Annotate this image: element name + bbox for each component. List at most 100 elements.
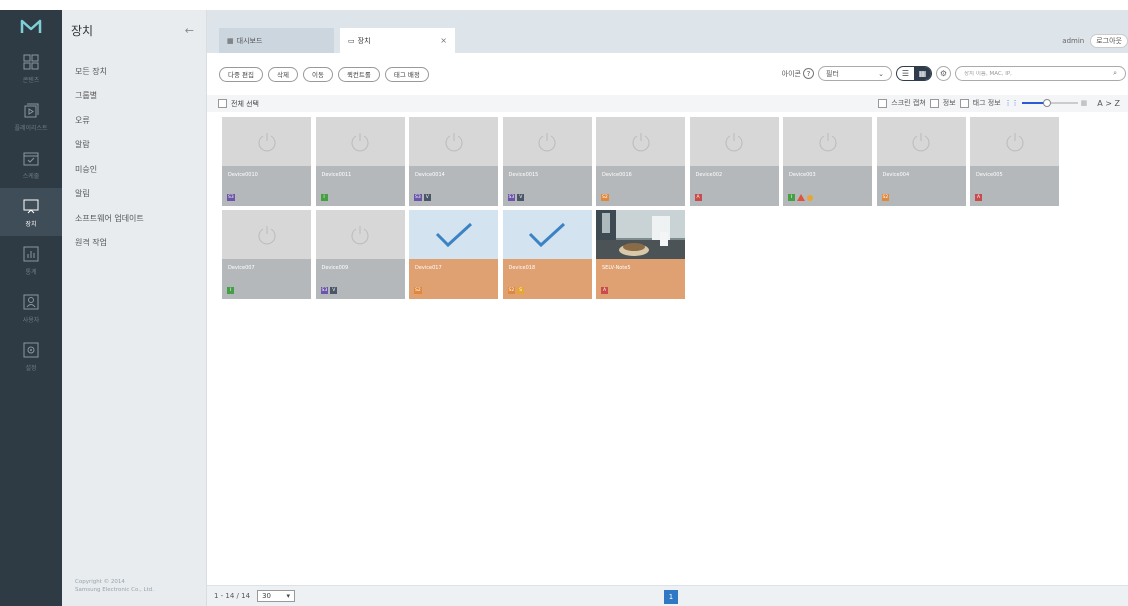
device-card[interactable]: Device0016 S2	[596, 117, 685, 206]
device-card[interactable]: Device0015 S3 V	[502, 117, 592, 206]
nav-item-label: 통계	[25, 268, 37, 276]
device-card[interactable]: Device0011 I	[315, 117, 405, 206]
subnav-item[interactable]: 미승인	[62, 157, 206, 182]
device-thumbnail[interactable]	[222, 117, 311, 166]
subnav-item[interactable]: 오류	[62, 108, 206, 133]
nav-item-schedule[interactable]: 스케줄	[0, 140, 62, 188]
gear-icon[interactable]: ⚙	[936, 66, 951, 81]
device-card[interactable]: SELV-Note5 A	[596, 210, 685, 299]
device-tag: I	[320, 194, 328, 201]
monitor-icon	[23, 199, 39, 213]
screen-capture-checkbox[interactable]	[878, 98, 888, 108]
subnav-item[interactable]: 원격 작업	[62, 231, 206, 256]
nav-item-label: 스케줄	[22, 172, 40, 180]
device-thumbnail[interactable]	[596, 210, 685, 259]
thumbnail-size: ⋮⋮ ▦	[1005, 99, 1087, 107]
device-card[interactable]: Device004 S2	[876, 117, 966, 206]
device-card[interactable]: Device007 I	[222, 210, 311, 299]
subnav-item[interactable]: 소프트웨어 업데이트	[62, 206, 206, 231]
device-card[interactable]: Device003 I	[783, 117, 872, 206]
device-tag: S	[517, 287, 525, 294]
power-icon	[258, 225, 275, 244]
subnav-item[interactable]: 알림	[62, 182, 206, 207]
device-tag: A	[601, 287, 608, 294]
nav-item-user[interactable]: 사용자	[0, 284, 62, 332]
nav-item-label: 장치	[25, 220, 37, 228]
device-card[interactable]: Device0010 S3	[222, 117, 311, 206]
nav-item-content[interactable]: 콘텐츠	[0, 44, 62, 92]
thumbnail-size-slider[interactable]	[1021, 99, 1078, 107]
device-thumbnail[interactable]	[315, 117, 405, 166]
device-thumbnail[interactable]	[689, 117, 779, 166]
device-name: Device002	[695, 172, 723, 178]
device-info: Device007 I	[222, 259, 311, 299]
device-info: Device004 S2	[876, 166, 966, 206]
user-name: admin	[1062, 37, 1085, 45]
device-info: Device002 A	[689, 166, 779, 206]
device-tag: S2	[507, 287, 516, 294]
page-button-current[interactable]: 1	[664, 590, 678, 604]
search-icon[interactable]: ⌕	[1113, 69, 1117, 78]
device-thumbnail[interactable]	[970, 117, 1059, 166]
device-thumbnail[interactable]	[596, 117, 685, 166]
device-card[interactable]: Device005 A	[970, 117, 1059, 206]
device-info: SELV-Note5 A	[596, 259, 685, 299]
device-name: Device003	[789, 172, 816, 178]
assign-tag-button[interactable]: 태그 배정	[384, 66, 429, 82]
filter-select[interactable]: 필터 ⌄	[818, 66, 892, 81]
search-input[interactable]	[964, 70, 1104, 77]
device-thumbnail[interactable]	[783, 117, 872, 166]
device-thumbnail[interactable]	[409, 117, 498, 166]
subnav-item[interactable]: 모든 장치	[62, 59, 206, 84]
device-card[interactable]: Device0014 S3 V	[409, 117, 498, 206]
nav-item-playlist[interactable]: 플레이리스트	[0, 92, 62, 140]
device-card[interactable]: Device002 A	[689, 117, 779, 206]
device-thumbnail[interactable]	[876, 117, 966, 166]
sort-order[interactable]: A > Z	[1097, 99, 1120, 108]
tab-dashboard[interactable]: ▦ 대시보드	[219, 28, 334, 53]
subnav-title: 장치	[71, 23, 94, 38]
help-icon[interactable]: ?	[803, 68, 814, 79]
device-info: Device005 A	[970, 166, 1059, 206]
quick-control-button[interactable]: 퀵컨트롤	[337, 66, 380, 82]
subnav-item[interactable]: 알람	[62, 133, 206, 158]
info-checkbox[interactable]	[929, 98, 939, 108]
checkmark-icon	[435, 222, 472, 247]
device-info: Device0016 S2	[596, 166, 685, 206]
list-view-icon[interactable]: ☰	[897, 67, 914, 80]
device-name: Device0011	[321, 172, 352, 178]
caret-down-icon: ▾	[286, 592, 291, 600]
logout-button[interactable]: 로그아웃	[1090, 34, 1128, 48]
tag-info-checkbox[interactable]	[959, 98, 969, 108]
device-tag: S3	[320, 287, 329, 294]
device-card[interactable]: Device017 S2	[409, 210, 498, 299]
arrow-left-icon[interactable]: ←	[185, 24, 194, 37]
thumbnail-view-icon[interactable]: ▦	[914, 67, 931, 80]
app-logo[interactable]	[0, 10, 62, 44]
slider-handle[interactable]	[1042, 99, 1051, 107]
close-icon[interactable]: ×	[440, 36, 447, 45]
nav-item-device[interactable]: 장치	[0, 188, 62, 236]
tag-info-label: 태그 정보	[972, 99, 1001, 107]
select-all-checkbox[interactable]	[218, 99, 227, 108]
per-page-select[interactable]: 30 ▾	[257, 590, 296, 602]
nav-item-settings[interactable]: 설정	[0, 332, 62, 380]
device-name: Device009	[321, 265, 349, 271]
power-icon	[351, 225, 369, 244]
device-card[interactable]: Device018 S2 S	[502, 210, 592, 299]
subnav-item[interactable]: 그룹별	[62, 84, 206, 109]
device-thumbnail[interactable]	[315, 210, 405, 259]
tab-device[interactable]: ▭ 장치 ×	[340, 28, 455, 53]
select-all-label: 전체 선택	[231, 99, 259, 108]
device-thumbnail[interactable]	[502, 117, 592, 166]
multi-edit-button[interactable]: 다중 편집	[219, 66, 263, 82]
device-thumbnail[interactable]	[502, 210, 592, 259]
device-tag: S2	[881, 194, 890, 201]
device-tags: S2 S	[507, 287, 525, 294]
device-thumbnail[interactable]	[409, 210, 498, 259]
nav-item-stats[interactable]: 통계	[0, 236, 62, 284]
move-button[interactable]: 이동	[302, 66, 333, 82]
device-card[interactable]: Device009 S3 V	[315, 210, 405, 299]
delete-button[interactable]: 삭제	[268, 66, 298, 82]
device-thumbnail[interactable]	[222, 210, 311, 259]
